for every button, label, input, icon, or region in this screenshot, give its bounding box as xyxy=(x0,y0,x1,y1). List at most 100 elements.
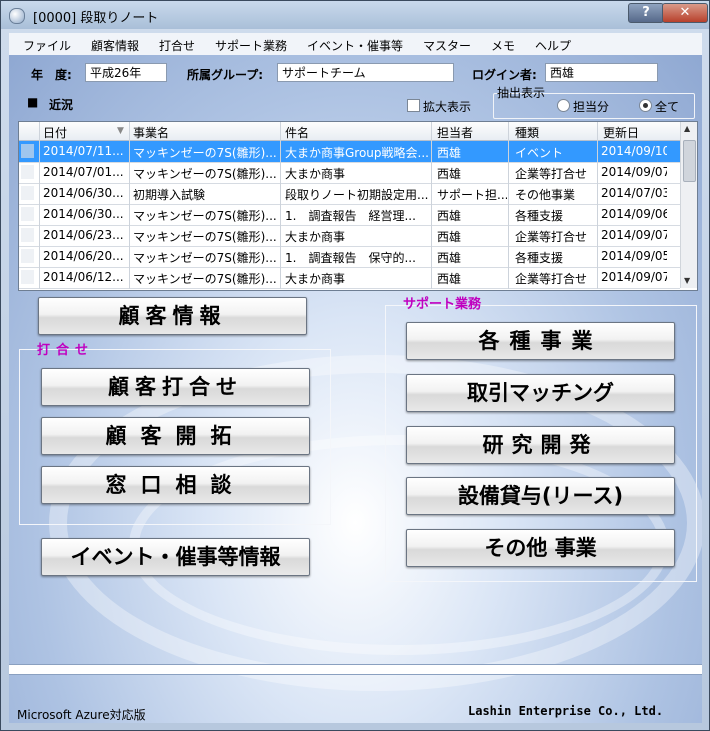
menu-customer[interactable]: 顧客情報 xyxy=(91,37,139,54)
table-cell: 2014/07/01... xyxy=(43,165,124,179)
year-field[interactable]: 平成26年 xyxy=(85,63,167,82)
radio-all-label: 全て xyxy=(655,100,680,114)
lease-button[interactable]: 設備貸与(リース) xyxy=(406,477,675,515)
login-label: ログイン者: xyxy=(472,68,537,82)
table-row[interactable]: 2014/07/01... マッキンゼーの7S(雛形)... 大まか商事 西雄 企業等打… xyxy=(19,162,680,184)
col-subject[interactable]: 件名 xyxy=(285,124,309,141)
table-cell: その他事業 xyxy=(515,188,576,202)
row-selector[interactable] xyxy=(21,207,34,221)
group-label: 所属グループ: xyxy=(187,68,264,82)
table-cell: 2014/09/07... xyxy=(601,165,667,179)
table-cell: 西雄 xyxy=(437,209,462,223)
window-title: [0000] 段取りノート xyxy=(33,11,159,26)
table-row[interactable]: 2014/06/30... 初期導入試験 段取りノート初期設定用... サポート担..… xyxy=(19,183,680,205)
row-selector[interactable] xyxy=(21,144,34,158)
research-button[interactable]: 研究開発 xyxy=(406,426,675,464)
trade-matching-button[interactable]: 取引マッチング xyxy=(406,374,675,412)
app-icon xyxy=(9,8,25,24)
col-owner[interactable]: 担当者 xyxy=(437,124,473,141)
menu-help[interactable]: ヘルプ xyxy=(535,37,571,54)
group-field[interactable]: サポートチーム xyxy=(277,63,454,82)
help-button[interactable]: ? xyxy=(628,3,664,23)
table-cell: イベント xyxy=(515,146,564,160)
row-selector[interactable] xyxy=(21,228,34,242)
grid-scrollbar[interactable]: ▲ ▼ xyxy=(680,122,697,288)
table-cell: 2014/06/30... xyxy=(43,186,124,200)
table-cell: 各種支援 xyxy=(515,251,564,265)
customer-info-button[interactable]: 顧客情報 xyxy=(38,297,307,335)
customer-dev-button[interactable]: 顧客開拓 xyxy=(41,417,310,455)
table-cell: 各種支援 xyxy=(515,209,564,223)
table-cell: マッキンゼーの7S(雛形)... xyxy=(133,230,277,244)
table-cell: 大まか商事 xyxy=(285,272,346,286)
row-selector[interactable] xyxy=(21,270,34,284)
menu-meeting[interactable]: 打合せ xyxy=(159,37,195,54)
table-cell: マッキンゼーの7S(雛形)... xyxy=(133,146,277,160)
col-project[interactable]: 事業名 xyxy=(133,124,169,141)
menu-support[interactable]: サポート業務 xyxy=(215,37,287,54)
recent-label: 近況 xyxy=(49,98,74,112)
bullet-icon: ■ xyxy=(27,95,39,109)
radio-mine[interactable] xyxy=(557,99,570,112)
menu-event[interactable]: イベント・催事等 xyxy=(307,37,403,54)
other-business-button[interactable]: その他 事業 xyxy=(406,529,675,567)
sort-arrow-icon: ▼ xyxy=(117,126,124,136)
table-cell: 初期導入試験 xyxy=(133,188,206,202)
recent-grid: 日付 ▼ 事業名 件名 担当者 種類 更新日 2014/07/11... マッキン… xyxy=(18,121,698,291)
row-selector[interactable] xyxy=(21,249,34,263)
table-cell: 段取りノート初期設定用... xyxy=(285,188,429,202)
year-label: 年 度: xyxy=(31,68,72,82)
title-bar: [0000] 段取りノート ? ✕ xyxy=(1,1,709,29)
scroll-down-icon[interactable]: ▼ xyxy=(684,276,690,285)
extract-label: 抽出表示 xyxy=(497,86,546,100)
menu-master[interactable]: マスター xyxy=(423,37,471,54)
edition-label: Microsoft Azure対応版 xyxy=(17,708,146,722)
table-cell: 2014/06/12... xyxy=(43,270,124,284)
table-cell: マッキンゼーの7S(雛形)... xyxy=(133,272,277,286)
scroll-up-icon[interactable]: ▲ xyxy=(684,124,690,133)
login-field[interactable]: 西雄 xyxy=(545,63,658,82)
table-row[interactable]: 2014/06/12... マッキンゼーの7S(雛形)... 大まか商事 西雄 企業等打… xyxy=(19,267,680,289)
customer-meeting-button[interactable]: 顧客打合せ xyxy=(41,368,310,406)
col-date[interactable]: 日付 xyxy=(43,124,67,141)
scroll-thumb[interactable] xyxy=(683,140,696,182)
table-cell: 西雄 xyxy=(437,146,462,160)
various-business-button[interactable]: 各種事業 xyxy=(406,322,675,360)
col-updated[interactable]: 更新日 xyxy=(603,124,639,141)
table-cell: 2014/09/07... xyxy=(601,228,667,242)
table-cell: 2014/06/23... xyxy=(43,228,124,242)
close-button[interactable]: ✕ xyxy=(662,3,708,23)
meeting-group-title: 打合せ xyxy=(37,343,95,358)
grid-header: 日付 ▼ 事業名 件名 担当者 種類 更新日 xyxy=(19,122,680,141)
table-cell: 1. 調査報告 保守的... xyxy=(285,251,416,265)
table-row[interactable]: 2014/07/11... マッキンゼーの7S(雛形)... 大まか商事Group戦… xyxy=(19,141,680,163)
row-selector[interactable] xyxy=(21,186,34,200)
table-cell: 2014/06/30... xyxy=(43,207,124,221)
menu-file[interactable]: ファイル xyxy=(23,37,71,54)
table-cell: 企業等打合せ xyxy=(515,230,588,244)
consult-button[interactable]: 窓口相談 xyxy=(41,466,310,504)
table-cell: 西雄 xyxy=(437,230,462,244)
app-window: [0000] 段取りノート ? ✕ ファイル 顧客情報 打合せ サポート業務 イ… xyxy=(0,0,710,731)
zoom-label: 拡大表示 xyxy=(423,100,472,114)
company-label: Lashin Enterprise Co., Ltd. xyxy=(468,704,664,718)
radio-mine-label: 担当分 xyxy=(573,100,610,114)
table-row[interactable]: 2014/06/20... マッキンゼーの7S(雛形)... 1. 調査報告 保守的… xyxy=(19,246,680,268)
row-selector[interactable] xyxy=(21,165,34,179)
table-cell: 2014/07/11... xyxy=(43,144,124,158)
table-cell: 企業等打合せ xyxy=(515,167,588,181)
col-type[interactable]: 種類 xyxy=(515,124,539,141)
menu-bar: ファイル 顧客情報 打合せ サポート業務 イベント・催事等 マスター メモ ヘル… xyxy=(9,33,702,55)
main-content: 年 度: 平成26年 所属グループ: サポートチーム ログイン者: 西雄 ■ 近… xyxy=(9,55,702,723)
table-cell: 企業等打合せ xyxy=(515,272,588,286)
zoom-checkbox[interactable] xyxy=(407,99,420,112)
table-cell: マッキンゼーの7S(雛形)... xyxy=(133,251,277,265)
table-cell: 大まか商事Group戦略会... xyxy=(285,146,429,160)
menu-memo[interactable]: メモ xyxy=(491,37,515,54)
table-cell: マッキンゼーの7S(雛形)... xyxy=(133,167,277,181)
table-cell: 2014/09/07... xyxy=(601,270,667,284)
radio-all[interactable] xyxy=(639,99,652,112)
table-row[interactable]: 2014/06/23... マッキンゼーの7S(雛形)... 大まか商事 西雄 企業等打… xyxy=(19,225,680,247)
event-info-button[interactable]: イベント・催事等情報 xyxy=(41,538,310,576)
table-row[interactable]: 2014/06/30... マッキンゼーの7S(雛形)... 1. 調査報告 経営理… xyxy=(19,204,680,226)
